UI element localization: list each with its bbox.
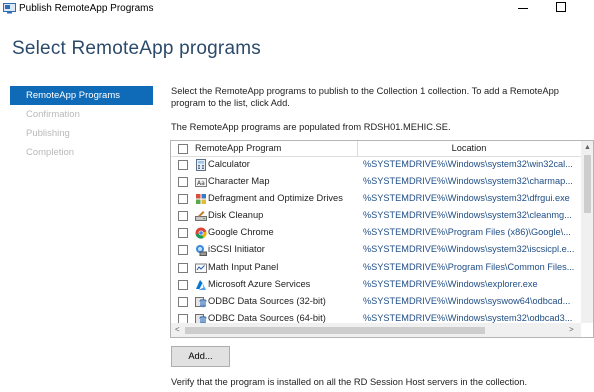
program-name: ODBC Data Sources (64-bit)	[208, 312, 326, 323]
program-location: %SYSTEMDRIVE%\Windows\system32\win32cal.…	[363, 159, 573, 169]
program-location: %SYSTEMDRIVE%\Windows\system32\charmap..…	[363, 176, 573, 187]
page-title: Select RemoteApp programs	[12, 38, 261, 59]
row-checkbox[interactable]	[178, 228, 188, 239]
column-header-program[interactable]: RemoteApp Program	[195, 143, 281, 153]
odbc-icon	[195, 296, 207, 307]
nav-item-remoteapp-programs[interactable]: RemoteApp Programs	[10, 86, 153, 105]
program-row[interactable]: iSCSI Initiator %SYSTEMDRIVE%\Windows\sy…	[171, 242, 581, 259]
program-location: %SYSTEMDRIVE%\Program Files\Common Files…	[363, 261, 575, 272]
program-rows: Calculator %SYSTEMDRIVE%\Windows\system3…	[171, 157, 581, 328]
program-row[interactable]: Microsoft Azure Services %SYSTEMDRIVE%\W…	[171, 277, 581, 294]
program-name: ODBC Data Sources (32-bit)	[208, 295, 326, 306]
row-checkbox[interactable]	[178, 296, 188, 307]
scroll-right-icon[interactable]: >	[569, 325, 574, 334]
nav-item-confirmation: Confirmation	[26, 109, 80, 120]
program-location: %SYSTEMDRIVE%\Windows\system32\iscsicpl.…	[363, 244, 575, 255]
vertical-scroll-thumb[interactable]	[584, 155, 591, 213]
vertical-scrollbar[interactable]: ▲	[581, 141, 593, 323]
scroll-left-icon[interactable]: <	[175, 325, 180, 334]
program-row[interactable]: Disk Cleanup %SYSTEMDRIVE%\Windows\syste…	[171, 208, 581, 225]
row-checkbox[interactable]	[178, 245, 188, 256]
math-input-icon	[195, 263, 207, 273]
svg-text:Aa: Aa	[197, 180, 205, 187]
program-name: Microsoft Azure Services	[208, 278, 311, 289]
nav-item-completion: Completion	[26, 147, 75, 158]
iscsi-icon	[196, 245, 207, 257]
horizontal-scrollbar[interactable]: < >	[171, 323, 581, 337]
program-row[interactable]: ODBC Data Sources (32-bit) %SYSTEMDRIVE%…	[171, 294, 581, 311]
character-map-icon: Aa	[195, 178, 207, 188]
calculator-icon	[196, 159, 206, 171]
row-checkbox[interactable]	[178, 194, 188, 205]
program-name: Defragment and Optimize Drives	[208, 193, 343, 204]
program-location: %SYSTEMDRIVE%\Windows\system32\dfrgui.ex…	[363, 193, 570, 204]
select-all-checkbox[interactable]	[178, 144, 188, 154]
program-row[interactable]: Calculator %SYSTEMDRIVE%\Windows\system3…	[171, 157, 581, 174]
horizontal-scroll-thumb[interactable]	[185, 327, 485, 334]
list-header: RemoteApp Program Location	[171, 141, 593, 157]
instructions-text: Select the RemoteApp programs to publish…	[171, 86, 559, 108]
row-checkbox[interactable]	[178, 160, 188, 170]
disk-cleanup-icon	[195, 211, 207, 222]
wizard-nav: RemoteApp Programs Confirmation Publishi…	[10, 86, 153, 162]
program-name: Calculator	[208, 159, 250, 169]
program-location: %SYSTEMDRIVE%\Program Files (x86)\Google…	[363, 227, 571, 238]
row-checkbox[interactable]	[178, 177, 188, 188]
program-row[interactable]: Defragment and Optimize Drives %SYSTEMDR…	[171, 191, 581, 208]
remoteapp-program-list[interactable]: RemoteApp Program Location Calculator %S…	[170, 140, 594, 338]
window-title: Publish RemoteApp Programs	[19, 3, 154, 14]
column-divider[interactable]	[357, 141, 358, 157]
column-header-location[interactable]: Location	[359, 143, 579, 153]
row-checkbox[interactable]	[178, 211, 188, 222]
program-row[interactable]: Google Chrome %SYSTEMDRIVE%\Program File…	[171, 225, 581, 242]
row-checkbox[interactable]	[178, 262, 188, 273]
nav-item-publishing: Publishing	[26, 128, 70, 139]
program-location: %SYSTEMDRIVE%\Windows\system32\cleanmg..…	[363, 210, 572, 221]
program-name: Math Input Panel	[208, 261, 279, 272]
scroll-up-icon[interactable]: ▲	[584, 144, 591, 151]
remoteapp-window-icon	[3, 3, 16, 14]
program-name: Character Map	[208, 176, 270, 187]
row-checkbox[interactable]	[178, 279, 188, 290]
program-location: %SYSTEMDRIVE%\Windows\explorer.exe	[363, 278, 538, 289]
defragment-icon	[196, 194, 206, 205]
program-name: Google Chrome	[208, 227, 274, 238]
program-name: Disk Cleanup	[208, 210, 264, 221]
source-server-text: The RemoteApp programs are populated fro…	[171, 122, 451, 132]
minimize-button[interactable]	[516, 0, 530, 14]
title-bar: Publish RemoteApp Programs	[0, 0, 594, 18]
verify-install-text: Verify that the program is installed on …	[171, 377, 528, 387]
azure-icon	[196, 279, 206, 290]
program-location: %SYSTEMDRIVE%\Windows\syswow64\odbcad...	[363, 295, 571, 306]
program-name: iSCSI Initiator	[208, 244, 265, 255]
maximize-button[interactable]	[556, 2, 566, 12]
chrome-icon	[195, 227, 207, 239]
program-row[interactable]: Aa Character Map %SYSTEMDRIVE%\Windows\s…	[171, 174, 581, 191]
add-button[interactable]: Add...	[171, 346, 230, 367]
program-row[interactable]: Math Input Panel %SYSTEMDRIVE%\Program F…	[171, 260, 581, 277]
program-location: %SYSTEMDRIVE%\Windows\system32\odbcad3..…	[363, 312, 573, 323]
